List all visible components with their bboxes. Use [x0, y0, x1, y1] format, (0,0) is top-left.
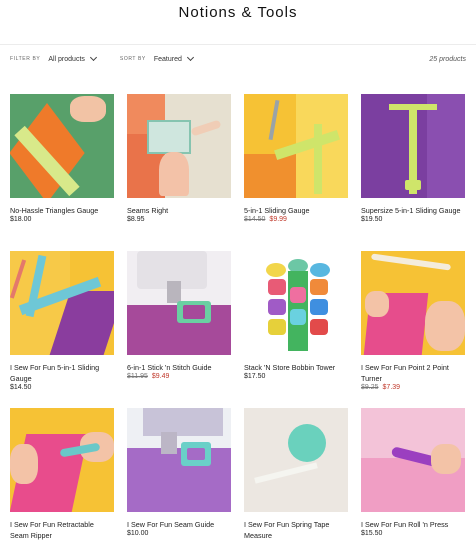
product-name: No-Hassle Triangles Gauge: [10, 206, 99, 215]
product-name: I Sew For Fun Point 2 Point Turner: [361, 363, 449, 383]
product-price: $14.50 $9.99: [244, 216, 287, 223]
product-image: [127, 94, 231, 198]
product-image: [244, 94, 348, 198]
product-card[interactable]: Seams Right $8.95: [127, 94, 231, 223]
product-card[interactable]: I Sew For Fun 5-in-1 Sliding Gauge $14.5…: [10, 251, 114, 391]
product-card[interactable]: I Sew For Fun Point 2 Point Turner $9.25…: [361, 251, 465, 391]
product-card[interactable]: I Sew For Fun Seam Guide $10.00: [127, 408, 231, 537]
filter-bar: Filter by All products Sort by Featured …: [10, 52, 466, 66]
product-name: I Sew For Fun 5-in-1 Sliding Gauge: [10, 363, 100, 383]
product-name: 5-in-1 Sliding Gauge: [244, 206, 310, 215]
filter-select[interactable]: All products: [48, 53, 97, 63]
product-image: [127, 251, 231, 355]
product-card[interactable]: 5-in-1 Sliding Gauge $14.50 $9.99: [244, 94, 348, 223]
product-name: I Sew For Fun Retractable Seam Ripper: [10, 520, 94, 540]
product-image: [361, 251, 465, 355]
product-image: [10, 94, 114, 198]
product-image: [361, 408, 465, 512]
product-image: [127, 408, 231, 512]
product-card[interactable]: 6-in-1 Stick 'n Stitch Guide $11.95 $9.49: [127, 251, 231, 380]
filter-value: All products: [48, 55, 85, 63]
product-price: $8.95: [127, 216, 145, 223]
product-name: 6-in-1 Stick 'n Stitch Guide: [127, 363, 212, 372]
product-image: [10, 251, 114, 355]
product-price: $10.00: [127, 530, 149, 537]
product-image: [361, 94, 465, 198]
chevron-down-icon: [89, 53, 97, 62]
product-price: $14.50: [10, 384, 32, 391]
product-price: $9.25 $7.39: [361, 384, 401, 391]
product-card[interactable]: I Sew For Fun Spring Tape Measure: [244, 408, 348, 540]
product-name: I Sew For Fun Roll 'n Press: [361, 520, 449, 529]
product-card[interactable]: I Sew For Fun Roll 'n Press $15.50: [361, 408, 465, 537]
product-price: $18.00: [10, 216, 32, 223]
chevron-down-icon: [186, 53, 194, 62]
product-card[interactable]: I Sew For Fun Retractable Seam Ripper: [10, 408, 114, 540]
product-name: Stack 'N Store Bobbin Tower: [244, 363, 336, 372]
product-price: $15.50: [361, 530, 383, 537]
product-price: $11.95 $9.49: [127, 373, 170, 380]
product-card[interactable]: Stack 'N Store Bobbin Tower $17.50: [244, 251, 348, 380]
sort-select[interactable]: Featured: [153, 53, 194, 63]
sort-label: Sort by: [119, 56, 146, 62]
product-name: Seams Right: [127, 206, 169, 215]
page-title: Notions & Tools: [178, 4, 298, 21]
product-name: Supersize 5-in-1 Sliding Gauge: [361, 206, 461, 215]
product-name: I Sew For Fun Spring Tape Measure: [244, 520, 330, 540]
filter-label: Filter by: [10, 56, 41, 62]
product-count: 25 products: [429, 55, 466, 63]
product-card[interactable]: Supersize 5-in-1 Sliding Gauge $19.50: [361, 94, 465, 223]
product-image: [244, 408, 348, 512]
product-card[interactable]: No-Hassle Triangles Gauge $18.00: [10, 94, 114, 223]
product-price: $19.50: [361, 216, 383, 223]
product-name: I Sew For Fun Seam Guide: [127, 520, 215, 529]
product-price: $17.50: [244, 373, 266, 380]
sort-value: Featured: [153, 55, 182, 63]
product-image: [244, 251, 348, 355]
title-divider: [0, 44, 476, 45]
product-image: [10, 408, 114, 512]
